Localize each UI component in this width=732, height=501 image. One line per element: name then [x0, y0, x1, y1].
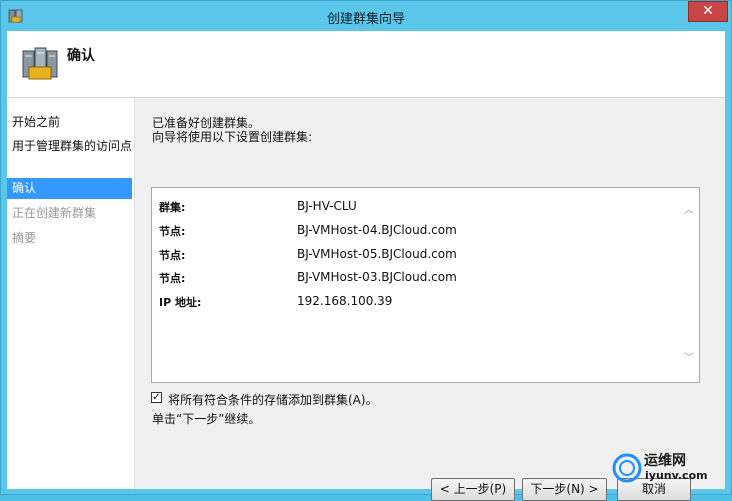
cluster-servers-icon [22, 47, 58, 80]
step-before-you-begin[interactable]: 开始之前 [7, 115, 132, 129]
watermark-text: 运维网 [644, 453, 686, 469]
close-icon: ✕ [702, 3, 714, 19]
confirmation-details-box[interactable]: 群集: BJ-HV-CLU 节点: BJ-VMHost-04.BJCloud.c… [151, 187, 700, 383]
detail-key: IP 地址: [159, 296, 202, 309]
detail-row-node: 节点: BJ-VMHost-03.BJCloud.com [159, 270, 679, 288]
wizard-header: 确认 [7, 31, 725, 98]
previous-button[interactable]: < 上一步(P) [431, 478, 515, 501]
detail-value: 192.168.100.39 [297, 294, 393, 308]
detail-value: BJ-VMHost-05.BJCloud.com [297, 247, 457, 261]
detail-row-node: 节点: BJ-VMHost-05.BJCloud.com [159, 247, 679, 265]
next-hint-text: 单击“下一步”继续。 [152, 412, 261, 426]
watermark-url: iyunv.com [645, 469, 708, 482]
step-summary: 摘要 [12, 231, 37, 245]
detail-row-cluster: 群集: BJ-HV-CLU [159, 199, 679, 217]
add-storage-checkbox[interactable]: ✓ [151, 392, 162, 403]
page-title: 确认 [67, 48, 95, 64]
wizard-steps-pane: 开始之前 用于管理群集的访问点 确认 正在创建新群集 摘要 [7, 98, 135, 489]
step-confirmation[interactable]: 确认 [7, 178, 132, 199]
step-access-point[interactable]: 用于管理群集的访问点 [7, 139, 132, 153]
detail-key: 节点: [159, 272, 186, 285]
detail-key: 群集: [159, 201, 186, 214]
title-bar[interactable]: 创建群集向导 ✕ [1, 1, 731, 31]
wizard-window: 创建群集向导 ✕ 确认 开始之前 用于管理群集的访问点 确认 正在创建新群集 摘… [0, 0, 732, 501]
step-creating-cluster: 正在创建新群集 [12, 206, 97, 220]
scroll-down-icon[interactable]: ﹀ [683, 354, 695, 364]
detail-value: BJ-HV-CLU [297, 199, 357, 213]
detail-key: 节点: [159, 249, 186, 262]
add-storage-label: 将所有符合条件的存储添加到群集(A)。 [168, 393, 378, 407]
detail-row-node: 节点: BJ-VMHost-04.BJCloud.com [159, 223, 679, 241]
detail-value: BJ-VMHost-03.BJCloud.com [297, 270, 457, 284]
scroll-up-icon[interactable]: ︿ [683, 206, 695, 216]
next-button[interactable]: 下一步(N) > [522, 478, 607, 501]
detail-key: 节点: [159, 225, 186, 238]
wizard-client-area: 确认 开始之前 用于管理群集的访问点 确认 正在创建新群集 摘要 已准备好创建群… [7, 31, 725, 501]
window-title: 创建群集向导 [326, 12, 405, 27]
detail-row-ip-address: IP 地址: 192.168.100.39 [159, 294, 679, 312]
wizard-main-pane: 已准备好创建群集。 向导将使用以下设置创建群集: 群集: BJ-HV-CLU 节… [135, 98, 725, 501]
close-button[interactable]: ✕ [688, 1, 728, 22]
watermark-logo-icon [612, 453, 642, 483]
detail-value: BJ-VMHost-04.BJCloud.com [297, 223, 457, 237]
settings-intro-text: 向导将使用以下设置创建群集: [152, 130, 313, 144]
site-watermark: 运维网 iyunv.com [611, 450, 723, 488]
